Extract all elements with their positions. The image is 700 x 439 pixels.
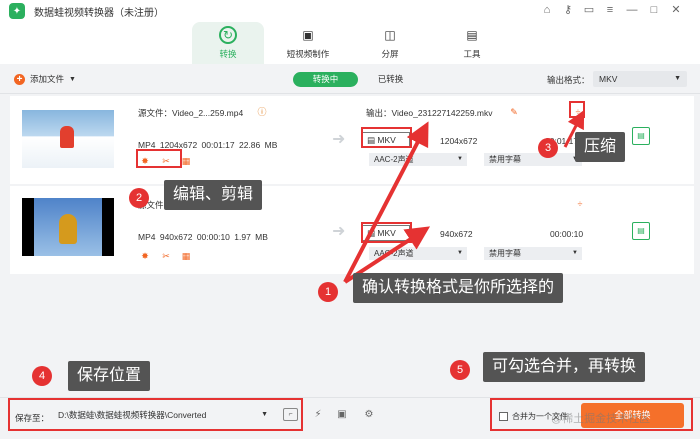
tab-short-video[interactable]: ▣ 短视频制作 [272,22,344,64]
split-screen-icon: ◫ [384,28,396,42]
highlight-save-location [8,398,303,431]
source-filename: 源文件：Video_2...259.mp4 [138,108,244,118]
maximize-icon[interactable]: □ [647,3,661,17]
annotation-label: 可勾选合并，再转换 [483,352,646,382]
video-thumbnail[interactable] [22,198,114,256]
output-resolution: 940x672 [440,229,473,239]
highlight-edit-tools [136,149,182,168]
output-filename: 输出：Video_231227142259.mkv [366,108,493,118]
annotation-number: 1 [318,282,338,302]
tab-convert[interactable]: ↻ 转换 [192,22,264,64]
output-duration: 00:00:10 [550,229,584,239]
annotation-label: 压缩 [575,132,626,162]
cart-icon[interactable]: ⌂ [540,3,554,17]
audio-track-select[interactable]: AAC-2声道 ▼ [369,247,467,260]
tab-converting[interactable]: 转换中 [293,72,358,87]
add-file-button[interactable]: + 添加文件 ▼ [14,73,76,85]
chevron-down-icon: ▼ [572,250,578,256]
source-info: MP4 940x672 00:00:10 1.97 MB [138,232,268,242]
enhance-icon[interactable]: ▦ [181,251,191,261]
main-nav: ↻ 转换 ▣ 短视频制作 ◫ 分屏 ▤ 工具 [0,22,700,64]
edit-icon[interactable]: ✸ [140,251,150,261]
subtitle-select[interactable]: 禁用字幕▼ [484,153,582,166]
gpu-icon[interactable]: ▣ [335,409,349,423]
menu-icon[interactable]: ≡ [603,3,617,17]
status-segment: 转换中 已转换 [293,72,423,87]
annotation-label: 确认转换格式是你所选择的 [353,273,564,303]
output-format-select[interactable]: MKV ▼ [593,71,687,87]
highlight-compress [569,101,585,118]
frog-logo-icon: ✦ [9,3,25,19]
audio-track-select[interactable]: AAC-2声道 ▼ [369,153,467,166]
highlight-format-1 [361,127,412,148]
chevron-down-icon: ▼ [457,250,463,256]
cut-icon[interactable]: ✂ [161,251,171,261]
title-bar: ✦ 数据蛙视频转换器（未注册） ⌂ ⚷ ▭ ≡ — □ ✕ [0,0,700,22]
watermark-text: @稀土掘金技术社区 [551,413,651,425]
convert-icon: ↻ [219,26,237,44]
annotation-number: 4 [32,366,52,386]
tab-split-screen[interactable]: ◫ 分屏 [354,22,426,64]
video-thumbnail[interactable] [22,110,114,168]
output-resolution: 1204x672 [440,136,478,146]
hardware-accel-icon[interactable]: ⚡ [311,409,325,423]
settings-icon[interactable]: ⚙ [362,409,376,423]
key-icon[interactable]: ⚷ [561,3,575,17]
output-device-icon[interactable]: ▤ [632,222,650,240]
chevron-down-icon: ▼ [69,75,76,83]
file-toolbar: + 添加文件 ▼ 转换中 已转换 输出格式： MKV ▼ [0,64,700,94]
chat-icon[interactable]: ▭ [582,3,596,17]
annotation-number: 3 [538,138,558,158]
chevron-down-icon: ▼ [674,75,681,82]
compress-icon[interactable]: ÷ [575,199,585,209]
arrow-right-icon: ➜ [332,223,346,240]
arrow-right-icon: ➜ [332,131,346,148]
annotation-label: 编辑、剪辑 [164,180,263,210]
toolbox-icon: ▤ [466,28,478,42]
output-format-label: 输出格式： [547,75,590,85]
highlight-format-2 [361,222,412,243]
short-video-icon: ▣ [302,28,314,42]
file-row: 源文件：Video_2...229.mp4 MP4 940x672 00:00:… [10,186,694,274]
tab-converted[interactable]: 已转换 [358,72,423,87]
close-icon[interactable]: ✕ [669,3,683,17]
info-icon[interactable]: ⓘ [257,107,267,117]
tab-toolbox[interactable]: ▤ 工具 [436,22,508,64]
app-title: 数据蛙视频转换器（未注册） [34,7,164,19]
rename-icon[interactable]: ✎ [509,107,519,117]
plus-icon: + [14,73,25,85]
annotation-number: 2 [129,188,149,208]
chevron-down-icon: ▼ [457,156,463,162]
output-device-icon[interactable]: ▤ [632,127,650,145]
annotation-number: 5 [450,360,470,380]
subtitle-select[interactable]: 禁用字幕▼ [484,247,582,260]
enhance-icon[interactable]: ▦ [181,156,191,166]
annotation-label: 保存位置 [68,361,151,391]
minimize-icon[interactable]: — [625,3,639,17]
